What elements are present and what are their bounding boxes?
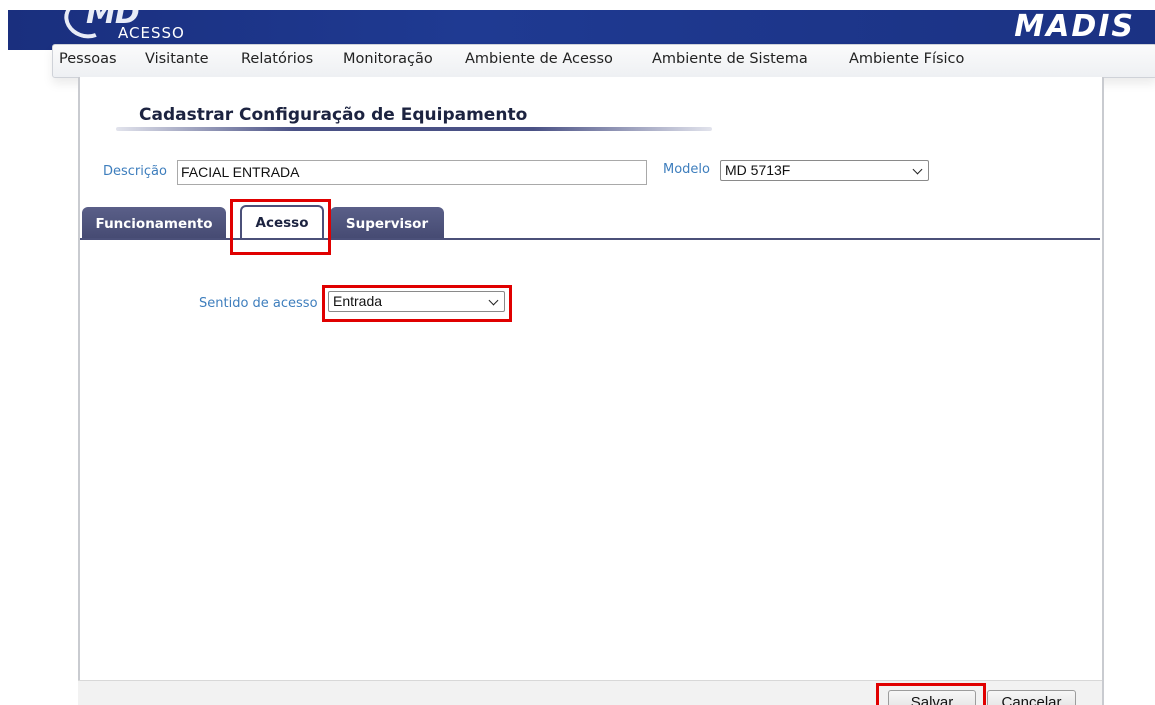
tab-acesso[interactable]: Acesso bbox=[240, 205, 324, 240]
sentido-select-value: Entrada bbox=[333, 293, 383, 309]
menu-item-monitoracao[interactable]: Monitoração bbox=[343, 51, 433, 67]
main-menu: Pessoas Visitante Relatórios Monitoração… bbox=[52, 44, 1155, 78]
modelo-label: Modelo bbox=[663, 162, 710, 177]
tab-funcionamento[interactable]: Funcionamento bbox=[82, 207, 226, 238]
cancel-button[interactable]: Cancelar bbox=[987, 690, 1076, 705]
chevron-down-icon bbox=[912, 164, 923, 175]
descricao-input[interactable]: FACIAL ENTRADA bbox=[177, 160, 647, 185]
menu-item-ambiente-de-sistema[interactable]: Ambiente de Sistema bbox=[652, 51, 808, 67]
modelo-select[interactable]: MD 5713F bbox=[720, 160, 929, 181]
tab-supervisor[interactable]: Supervisor bbox=[330, 207, 444, 238]
save-button[interactable]: Salvar bbox=[888, 690, 976, 705]
tab-strip-line bbox=[80, 238, 1100, 240]
title-underline bbox=[116, 127, 712, 131]
menu-item-ambiente-de-acesso[interactable]: Ambiente de Acesso bbox=[465, 51, 613, 67]
modelo-select-value: MD 5713F bbox=[725, 162, 791, 178]
menu-item-ambiente-fisico[interactable]: Ambiente Físico bbox=[849, 51, 964, 67]
page-title: Cadastrar Configuração de Equipamento bbox=[139, 105, 528, 125]
sentido-de-acesso-label: Sentido de acesso bbox=[199, 296, 318, 311]
sentido-de-acesso-select[interactable]: Entrada bbox=[328, 291, 505, 312]
logo-acesso-text: ACESSO bbox=[118, 24, 185, 42]
descricao-label: Descrição bbox=[103, 164, 167, 179]
chevron-down-icon bbox=[488, 295, 499, 306]
menu-item-pessoas[interactable]: Pessoas bbox=[59, 51, 117, 67]
madis-logo: MADIS bbox=[1014, 10, 1135, 44]
menu-item-relatorios[interactable]: Relatórios bbox=[241, 51, 313, 67]
app-screen: MD ACESSO MADIS Pessoas Visitante Relató… bbox=[0, 0, 1155, 705]
menu-item-visitante[interactable]: Visitante bbox=[145, 51, 209, 67]
